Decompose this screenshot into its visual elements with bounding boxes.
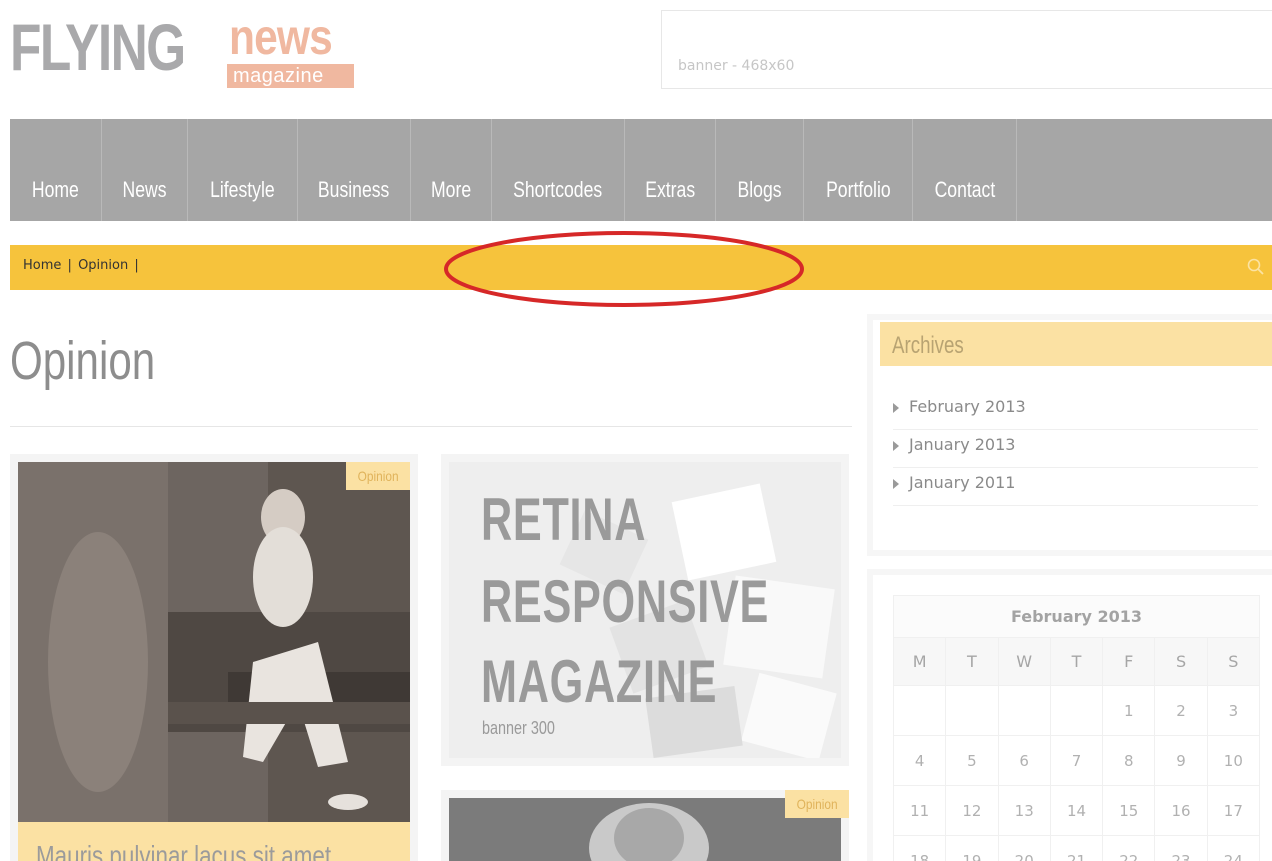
calendar-day: 3 <box>1206 685 1261 736</box>
nav-item-business[interactable]: Business <box>298 119 411 221</box>
category-tag[interactable]: Opinion <box>345 462 410 490</box>
banner-image[interactable]: RETINA RESPONSIVE MAGAZINE banner 300 <box>449 462 841 758</box>
weekday-header: T <box>1049 637 1104 686</box>
weekday-header: T <box>945 637 999 686</box>
breadcrumb: Home | Opinion | <box>23 258 141 273</box>
calendar-day: 8 <box>1102 735 1156 786</box>
nav-item-more[interactable]: More <box>411 119 492 221</box>
header-banner-ad[interactable]: banner - 468x60 <box>661 10 1272 89</box>
calendar-day: 11 <box>892 785 947 836</box>
calendar-day-empty <box>892 685 947 736</box>
weekday-header: F <box>1102 637 1156 686</box>
banner-line-2: RESPONSIVE <box>481 568 770 635</box>
title-divider <box>10 426 852 427</box>
banner-line-1: RETINA <box>481 486 647 553</box>
calendar-day: 19 <box>945 835 999 861</box>
logo-word-magazine: magazine <box>227 64 354 88</box>
weekday-header: M <box>892 637 947 686</box>
post-thumbnail[interactable] <box>449 798 841 861</box>
calendar-day: 24 <box>1206 835 1261 861</box>
calendar-day: 6 <box>997 735 1051 786</box>
breadcrumb-current-link[interactable]: Opinion <box>78 258 128 273</box>
nav-item-blogs[interactable]: Blogs <box>716 119 804 221</box>
archive-item[interactable]: January 2013 <box>893 430 1258 468</box>
calendar-day: 7 <box>1049 735 1104 786</box>
nav-item-shortcodes[interactable]: Shortcodes <box>492 119 625 221</box>
calendar-caption: February 2013 <box>893 595 1260 638</box>
calendar-day: 21 <box>1049 835 1104 861</box>
calendar-widget: February 2013 M T W T F S S 1 2 3 4 5 6 … <box>873 575 1272 861</box>
calendar-day: 17 <box>1206 785 1261 836</box>
calendar-day: 16 <box>1154 785 1208 836</box>
weekday-header: S <box>1154 637 1208 686</box>
post-card[interactable]: Opinion Mauris pulvinar lacus sit amet <box>10 454 418 861</box>
archive-item[interactable]: February 2013 <box>893 392 1258 430</box>
archive-item[interactable]: January 2011 <box>893 468 1258 506</box>
category-tag[interactable]: Opinion <box>784 790 849 818</box>
calendar-day: 22 <box>1102 835 1156 861</box>
nav-item-lifestyle[interactable]: Lifestyle <box>188 119 298 221</box>
post-photo-image <box>449 798 841 861</box>
triangle-right-icon <box>893 479 899 489</box>
weekday-header: S <box>1206 637 1261 686</box>
calendar-day-empty <box>997 685 1051 736</box>
logo-word-news: news <box>229 9 333 65</box>
calendar-day: 4 <box>892 735 947 786</box>
post-card[interactable]: Opinion <box>441 790 849 861</box>
highlight-circle-annotation <box>444 231 804 307</box>
archives-widget: Archives February 2013 January 2013 Janu… <box>873 320 1272 550</box>
widget-header: Archives <box>880 322 1272 366</box>
calendar-day: 13 <box>997 785 1051 836</box>
calendar-day: 15 <box>1102 785 1156 836</box>
post-thumbnail[interactable]: Opinion <box>18 462 410 822</box>
site-logo[interactable]: FLYING news magazine <box>10 12 370 92</box>
triangle-right-icon <box>893 441 899 451</box>
calendar-table: February 2013 M T W T F S S 1 2 3 4 5 6 … <box>892 595 1261 861</box>
calendar-day: 5 <box>945 735 999 786</box>
nav-item-home[interactable]: Home <box>10 119 102 221</box>
post-title-bar[interactable]: Mauris pulvinar lacus sit amet <box>18 822 410 861</box>
breadcrumb-separator: | <box>134 258 139 273</box>
calendar-day: 9 <box>1154 735 1208 786</box>
calendar-day: 23 <box>1154 835 1208 861</box>
nav-item-portfolio[interactable]: Portfolio <box>804 119 913 221</box>
post-title[interactable]: Mauris pulvinar lacus sit amet <box>36 840 331 861</box>
logo-word-flying: FLYING <box>10 10 186 84</box>
search-icon[interactable] <box>1246 257 1266 277</box>
main-nav: Home News Lifestyle Business More Shortc… <box>10 119 1272 221</box>
calendar-day-empty <box>1049 685 1104 736</box>
breadcrumb-separator: | <box>67 258 72 273</box>
calendar-day: 1 <box>1102 685 1156 736</box>
banner-300-ad[interactable]: RETINA RESPONSIVE MAGAZINE banner 300 <box>441 454 849 766</box>
post-photo-image <box>18 462 410 822</box>
calendar-day: 12 <box>945 785 999 836</box>
calendar-day: 2 <box>1154 685 1208 736</box>
calendar-day: 14 <box>1049 785 1104 836</box>
banner-size-label: banner 300 <box>482 718 555 738</box>
calendar-day: 10 <box>1206 735 1261 786</box>
banner-label: banner - 468x60 <box>678 58 795 74</box>
weekday-header: W <box>997 637 1051 686</box>
nav-item-extras[interactable]: Extras <box>625 119 716 221</box>
calendar-day-empty <box>945 685 999 736</box>
nav-item-news[interactable]: News <box>102 119 188 221</box>
page-title: Opinion <box>10 331 156 391</box>
banner-line-3: MAGAZINE <box>481 648 718 715</box>
widget-title: Archives <box>892 332 964 359</box>
calendar-day: 18 <box>892 835 947 861</box>
calendar-day: 20 <box>997 835 1051 861</box>
breadcrumb-home-link[interactable]: Home <box>23 258 61 273</box>
triangle-right-icon <box>893 403 899 413</box>
nav-item-contact[interactable]: Contact <box>913 119 1017 221</box>
